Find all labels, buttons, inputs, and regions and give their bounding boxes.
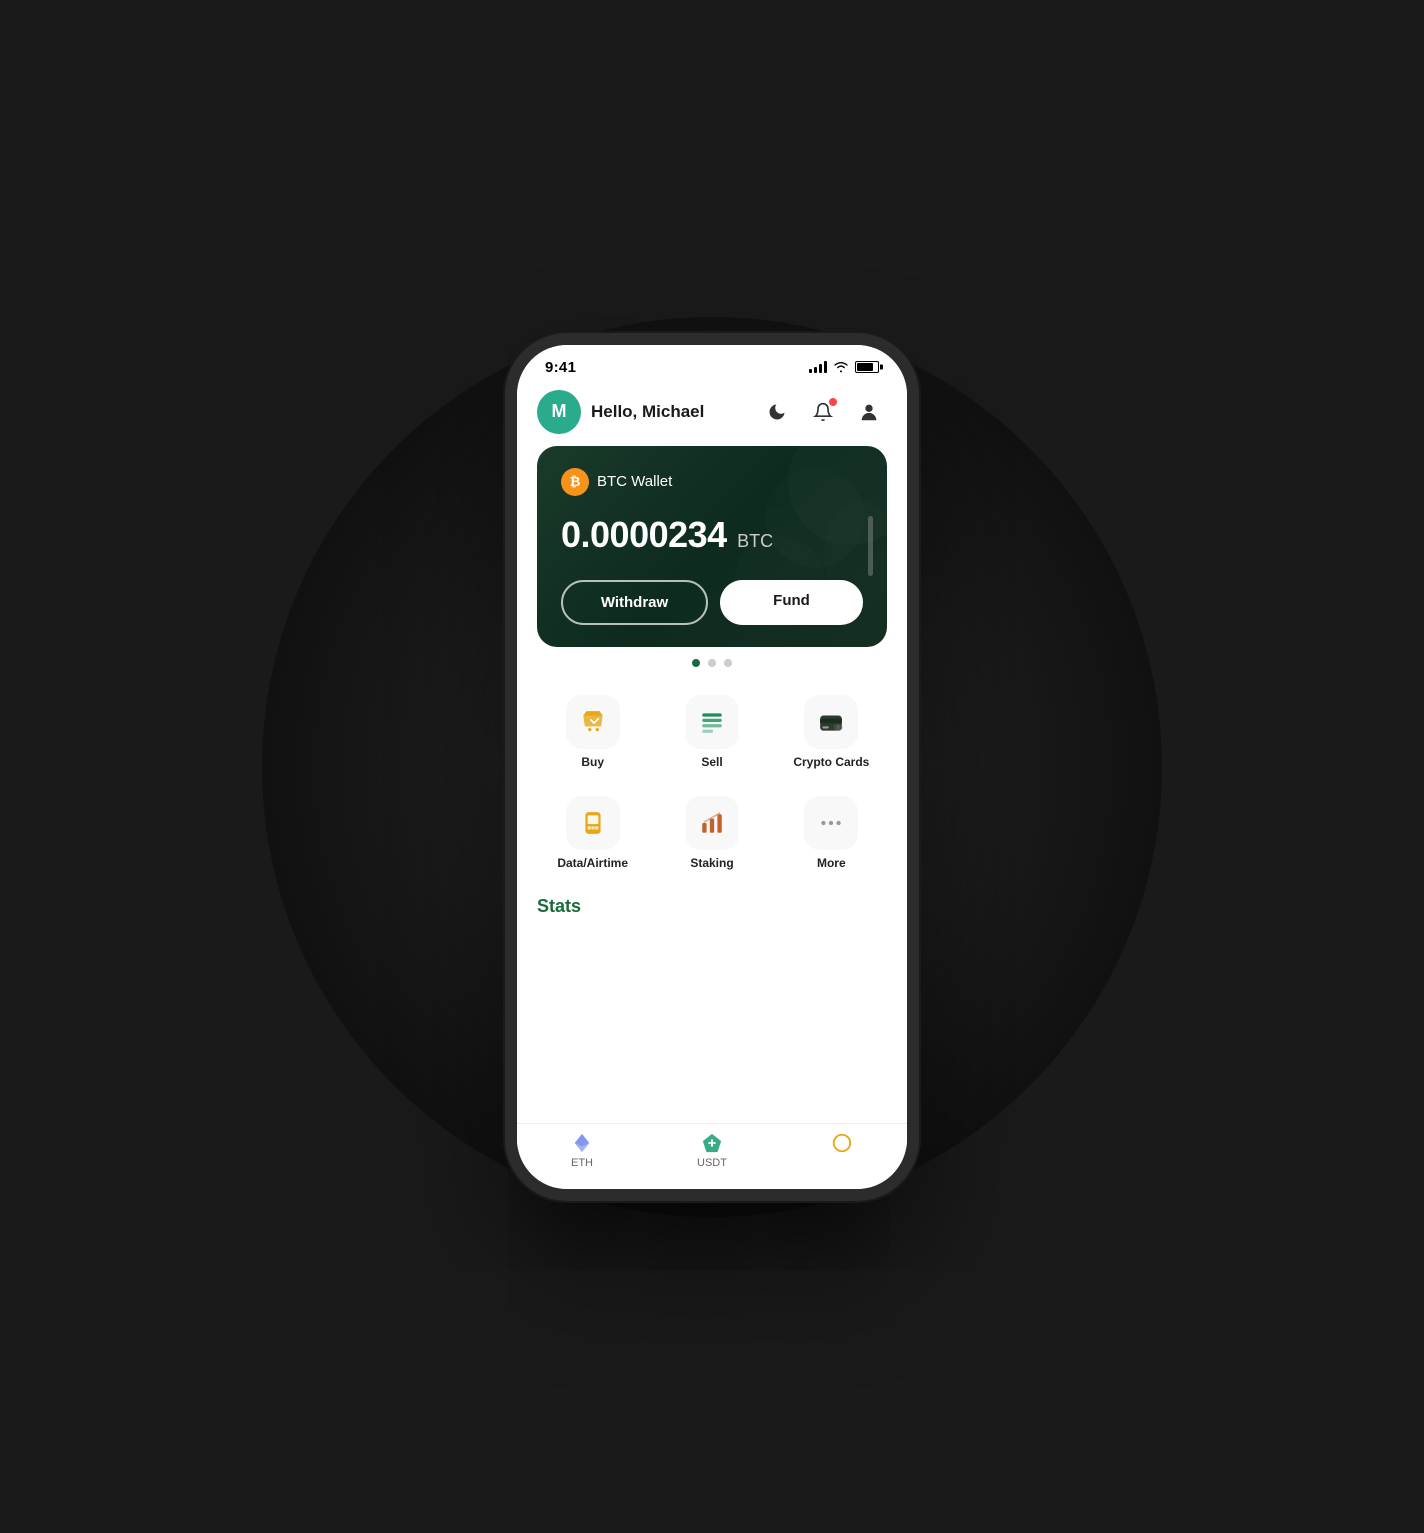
sell-label: Sell bbox=[701, 755, 722, 771]
stats-section: Stats bbox=[517, 880, 907, 917]
more-icon-wrap bbox=[804, 796, 858, 850]
bottom-nav: ETH USDT bbox=[517, 1123, 907, 1189]
eth-nav-icon bbox=[571, 1132, 593, 1154]
actions-grid: Buy Sell bbox=[533, 687, 891, 880]
card-side-strip bbox=[868, 516, 873, 576]
data-icon-wrap bbox=[566, 796, 620, 850]
data-airtime-icon bbox=[580, 810, 606, 836]
status-bar: 9:41 bbox=[517, 345, 907, 382]
data-airtime-label: Data/Airtime bbox=[557, 856, 628, 872]
dark-mode-button[interactable] bbox=[759, 394, 795, 430]
wallet-label: BTC Wallet bbox=[597, 473, 672, 490]
action-staking[interactable]: Staking bbox=[652, 788, 771, 880]
battery-icon bbox=[855, 361, 879, 373]
profile-button[interactable] bbox=[851, 394, 887, 430]
slide-dot-2[interactable] bbox=[708, 659, 716, 667]
action-buy[interactable]: Buy bbox=[533, 687, 652, 779]
signal-icon bbox=[809, 361, 827, 373]
wifi-icon bbox=[833, 361, 849, 373]
slide-dots bbox=[517, 647, 907, 671]
phone-frame: 9:41 M Hello, Michael bbox=[517, 345, 907, 1189]
stats-title: Stats bbox=[537, 896, 887, 917]
staking-icon bbox=[699, 810, 725, 836]
staking-icon-wrap bbox=[685, 796, 739, 850]
fund-button[interactable]: Fund bbox=[720, 580, 863, 625]
usdt-nav-label: USDT bbox=[697, 1157, 727, 1169]
wallet-balance-row: 0.0000234 BTC bbox=[561, 514, 863, 556]
scroll-content[interactable]: M Hello, Michael bbox=[517, 382, 907, 1189]
staking-label: Staking bbox=[690, 856, 733, 872]
wallet-currency: BTC bbox=[737, 531, 773, 551]
nav-usdt[interactable]: USDT bbox=[647, 1132, 777, 1169]
more-label: More bbox=[817, 856, 846, 872]
action-crypto-cards[interactable]: Crypto Cards bbox=[772, 687, 891, 779]
other-nav-icon bbox=[831, 1132, 853, 1154]
quick-actions: Buy Sell bbox=[517, 671, 907, 880]
action-sell[interactable]: Sell bbox=[652, 687, 771, 779]
cards-label: Crypto Cards bbox=[793, 755, 869, 771]
sell-icon-wrap bbox=[685, 695, 739, 749]
notification-button[interactable] bbox=[805, 394, 841, 430]
nav-eth[interactable]: ETH bbox=[517, 1132, 647, 1169]
notification-dot bbox=[829, 398, 837, 406]
nav-other[interactable] bbox=[777, 1132, 907, 1169]
crypto-cards-icon bbox=[818, 709, 844, 735]
status-icons bbox=[809, 361, 879, 373]
more-icon bbox=[818, 810, 844, 836]
greeting-text: Hello, Michael bbox=[591, 402, 749, 422]
card-buttons: Withdraw Fund bbox=[561, 580, 863, 625]
action-data-airtime[interactable]: Data/Airtime bbox=[533, 788, 652, 880]
withdraw-button[interactable]: Withdraw bbox=[561, 580, 708, 625]
wallet-card-top: ₿ BTC Wallet bbox=[561, 468, 863, 496]
slide-dot-3[interactable] bbox=[724, 659, 732, 667]
wallet-balance: 0.0000234 bbox=[561, 514, 727, 555]
header-icons bbox=[759, 394, 887, 430]
buy-label: Buy bbox=[581, 755, 604, 771]
header: M Hello, Michael bbox=[517, 382, 907, 446]
btc-icon: ₿ bbox=[561, 468, 589, 496]
sell-icon bbox=[699, 709, 725, 735]
slide-dot-1[interactable] bbox=[692, 659, 700, 667]
usdt-nav-icon bbox=[701, 1132, 723, 1154]
buy-icon-wrap bbox=[566, 695, 620, 749]
buy-icon bbox=[580, 709, 606, 735]
cards-icon-wrap bbox=[804, 695, 858, 749]
status-time: 9:41 bbox=[545, 359, 576, 376]
wallet-card: ₿ BTC Wallet 0.0000234 BTC Withdraw Fund bbox=[537, 446, 887, 647]
wallet-area: ₿ BTC Wallet 0.0000234 BTC Withdraw Fund bbox=[517, 446, 907, 647]
eth-nav-label: ETH bbox=[571, 1157, 593, 1169]
action-more[interactable]: More bbox=[772, 788, 891, 880]
avatar: M bbox=[537, 390, 581, 434]
